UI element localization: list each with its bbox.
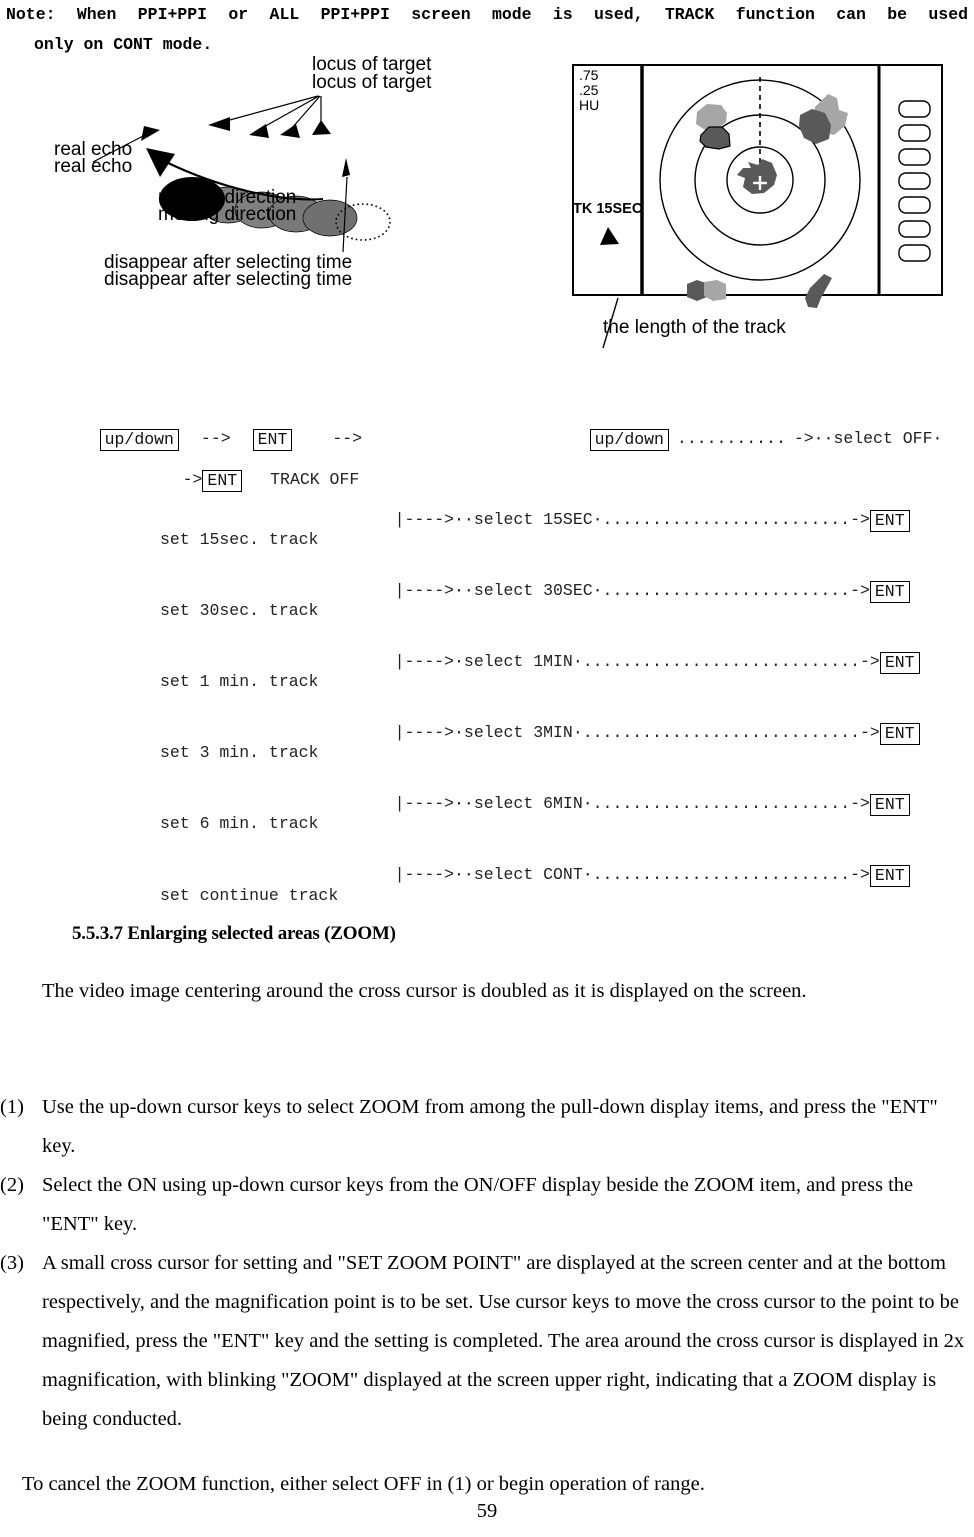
flow-result-15sec: set 15sec. track: [160, 530, 319, 549]
flow-branch-15sec: |---->··select 15SEC·...................…: [355, 490, 910, 552]
ent-key-6min[interactable]: ENT: [869, 794, 910, 816]
ent-key-1[interactable]: ENT: [252, 429, 293, 451]
branch-dots-6min: ..........................: [592, 794, 851, 813]
flow-result-cont: set continue track: [160, 886, 339, 905]
ent-key-15sec[interactable]: ENT: [869, 510, 910, 532]
zoom-steps-list: (1) Use the up-down cursor keys to selec…: [0, 1088, 974, 1439]
disappear-after-time-label: disappear after selecting time: [104, 252, 353, 273]
track-length-caption: the length of the track: [603, 317, 786, 338]
list-item-marker: (2): [0, 1174, 24, 1196]
ent-key-2[interactable]: ENT: [202, 470, 243, 492]
branch-stem-cont: |---->··select CONT·: [394, 865, 593, 884]
flow-branch-1min: |---->·select 1MIN·.....................…: [355, 632, 920, 694]
real-echo-label: real echo: [54, 139, 133, 160]
flow-arrow-3: ->: [182, 470, 203, 489]
figure-radar-screen: .75 .25 HU TK 15SEC the length of the tr…: [570, 62, 965, 352]
branch-stem-15sec: |---->··select 15SEC·: [394, 510, 603, 529]
ent-key-1min[interactable]: ENT: [879, 652, 920, 674]
flow-branch-3min: |---->·select 3MIN·.....................…: [355, 703, 920, 765]
list-item: (1) Use the up-down cursor keys to selec…: [0, 1088, 974, 1166]
list-item-text: Select the ON using up-down cursor keys …: [42, 1174, 914, 1235]
figures-row: locus of target real echo moving directi…: [0, 54, 974, 362]
branch-stem-30sec: |---->··select 30SEC·: [394, 581, 603, 600]
radar-screen-text-overlay: .75 .25 HU TK 15SEC the length of the tr…: [570, 62, 965, 352]
branch-stem-6min: |---->··select 6MIN·: [394, 794, 593, 813]
flow-arrow-2: -->: [332, 429, 363, 448]
flow-branch-6min: |---->··select 6MIN·....................…: [355, 774, 910, 836]
branch-dots-30sec: .........................: [602, 581, 851, 600]
up-down-key-1[interactable]: up/down: [99, 429, 179, 451]
section-heading: 5.5.3.7 Enlarging selected areas (ZOOM): [72, 923, 396, 944]
branch-arrow-cont: ->: [850, 865, 870, 884]
flow-track-off-label: TRACK OFF: [270, 470, 360, 489]
range-ring-readout: .25: [579, 82, 599, 98]
flow-result-3min: set 3 min. track: [160, 743, 319, 762]
page-number: 59: [476, 1500, 498, 1522]
note-line-1: Note: When PPI+PPI or ALL PPI+PPI screen…: [6, 5, 968, 24]
branch-arrow-3min: ->: [860, 723, 880, 742]
flow-branch-cont: |---->··select CONT·....................…: [355, 845, 910, 907]
branch-dots-3min: ............................: [582, 723, 860, 742]
branch-stem-1min: |---->·select 1MIN·: [394, 652, 583, 671]
up-down-key-2[interactable]: up/down: [589, 429, 669, 451]
branch-arrow-15sec: ->: [850, 510, 870, 529]
figure-target-locus: locus of target real echo moving directi…: [40, 54, 540, 352]
ent-key-30sec[interactable]: ENT: [869, 581, 910, 603]
flow-branch-30sec: |---->··select 30SEC·...................…: [355, 561, 910, 623]
list-item-marker: (3): [0, 1252, 24, 1274]
branch-arrow-1min: ->: [860, 652, 880, 671]
list-item-text: A small cross cursor for setting and "SE…: [42, 1252, 965, 1430]
list-item-marker: (1): [0, 1096, 24, 1118]
flow-row-primary-right: up/down........... ->··select OFF·: [550, 409, 942, 471]
note-line-2: only on CONT mode.: [34, 35, 213, 54]
track-status-readout: TK 15SEC: [573, 201, 643, 217]
locus-of-target-label: locus of target: [312, 54, 432, 75]
flow-result-1min: set 1 min. track: [160, 672, 319, 691]
branch-dots-15sec: .........................: [602, 510, 851, 529]
flow-result-30sec: set 30sec. track: [160, 601, 319, 620]
closing-paragraph: To cancel the ZOOM function, either sele…: [22, 1473, 705, 1495]
list-item: (2) Select the ON using up-down cursor k…: [0, 1166, 974, 1244]
branch-dots-1min: ............................: [582, 652, 860, 671]
flow-arrow-1: -->: [200, 429, 231, 448]
flow-row-track-off: -> ENT TRACK OFF: [143, 450, 359, 512]
flow-select-off: ->··select OFF·: [793, 429, 943, 448]
branch-arrow-6min: ->: [850, 794, 870, 813]
flow-result-6min: set 6 min. track: [160, 814, 319, 833]
branch-stem-3min: |---->·select 3MIN·: [394, 723, 583, 742]
branch-dots-cont: ..........................: [592, 865, 851, 884]
ent-key-3min[interactable]: ENT: [879, 723, 920, 745]
list-item-text: Use the up-down cursor keys to select ZO…: [42, 1096, 938, 1157]
section-intro-paragraph: The video image centering around the cro…: [42, 980, 807, 1002]
note-block: Note: When PPI+PPI or ALL PPI+PPI screen…: [6, 0, 968, 60]
moving-direction-label: moving direction: [158, 187, 297, 208]
list-item: (3) A small cross cursor for setting and…: [0, 1244, 974, 1439]
mode-readout: HU: [579, 97, 600, 113]
branch-arrow-30sec: ->: [850, 581, 870, 600]
range-outer-readout: .75: [579, 67, 599, 83]
flow-dots-off: ...........: [676, 429, 786, 448]
ent-key-cont[interactable]: ENT: [869, 865, 910, 887]
